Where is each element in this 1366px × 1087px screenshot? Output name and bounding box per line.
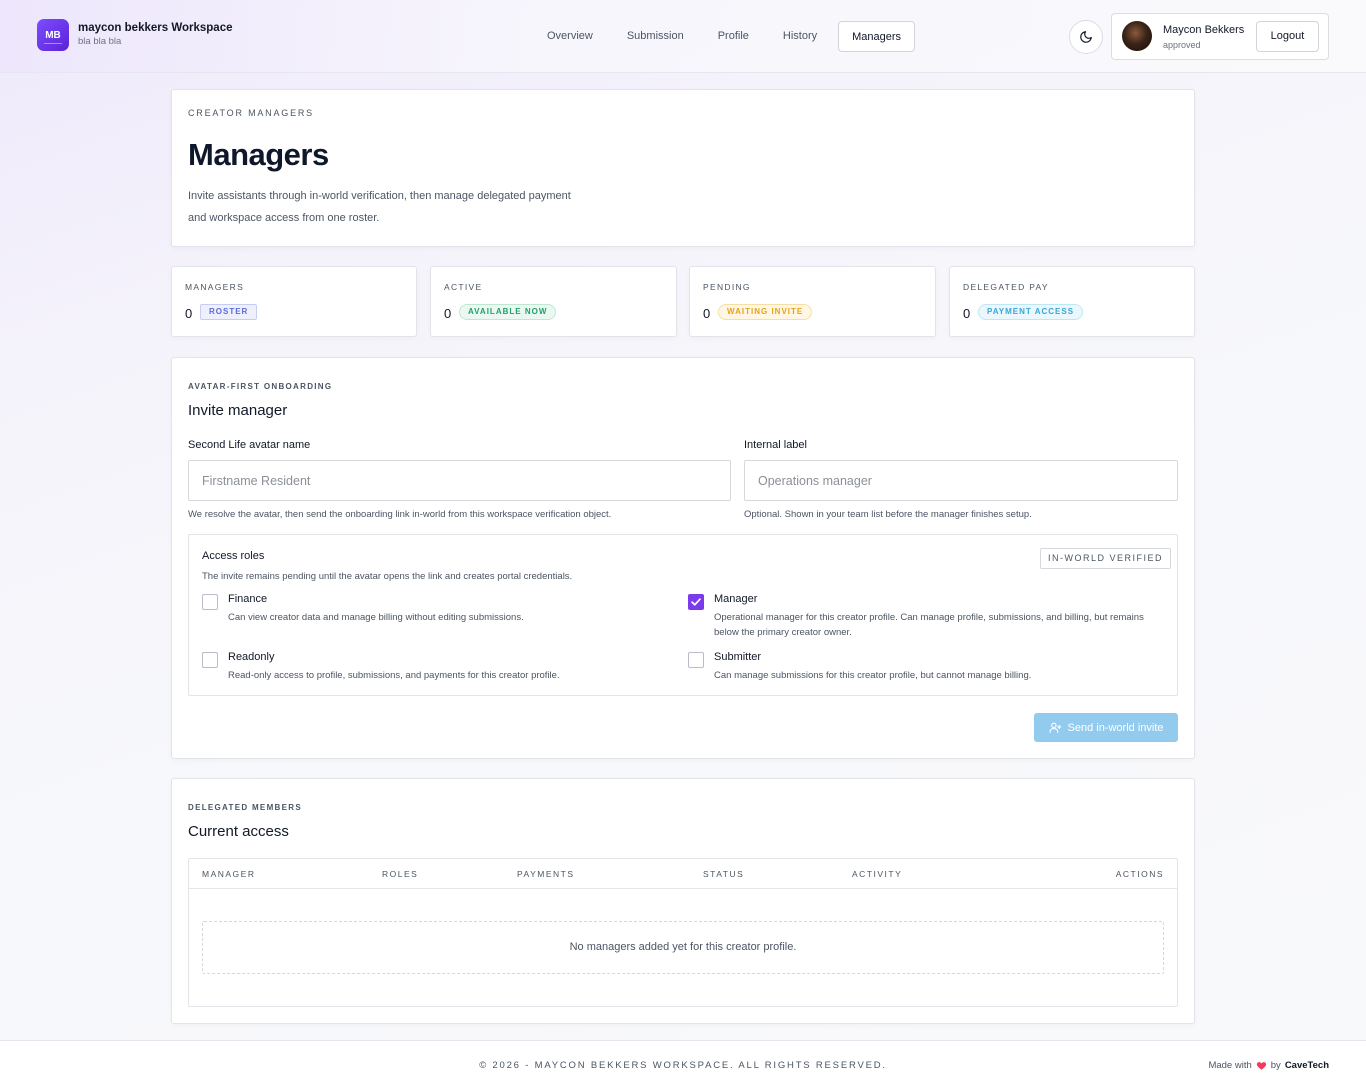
role-finance-label[interactable]: Finance <box>228 593 267 605</box>
page-description-line: and workspace access from one roster. <box>188 212 380 224</box>
invite-title: Invite manager <box>188 402 288 419</box>
made-with-credit: Made with by CaveTech <box>1208 1060 1329 1071</box>
user-status: approved <box>1163 40 1201 50</box>
workspace-logo: MB <box>37 19 69 51</box>
internal-label-label: Internal label <box>744 439 807 451</box>
invite-eyebrow: AVATAR-FIRST ONBOARDING <box>188 382 333 391</box>
column-header-payments: PAYMENTS <box>517 869 575 879</box>
stat-label: MANAGERS <box>185 282 245 292</box>
role-manager-description-line: below the primary creator owner. <box>714 627 852 638</box>
members-card: DELEGATED MEMBERS Current access MANAGER… <box>171 778 1195 1024</box>
role-manager-checkbox[interactable] <box>688 594 704 610</box>
role-finance-checkbox[interactable] <box>202 594 218 610</box>
in-world-verified-tag: IN-WORLD VERIFIED <box>1040 548 1172 569</box>
role-submitter-description: Can manage submissions for this creator … <box>714 670 1032 681</box>
stat-label: ACTIVE <box>444 282 483 292</box>
role-readonly-label[interactable]: Readonly <box>228 651 274 663</box>
role-readonly-description: Read-only access to profile, submissions… <box>228 670 560 681</box>
made-with-label: Made with <box>1208 1060 1252 1071</box>
status-badge: ROSTER <box>200 304 258 320</box>
avatar[interactable] <box>1122 21 1152 51</box>
checkmark-icon <box>691 598 701 606</box>
copyright-text: © 2026 - MAYCON BEKKERS WORKSPACE. ALL R… <box>479 1060 887 1071</box>
user-plus-icon <box>1049 722 1061 733</box>
stat-value: 0 <box>444 306 452 321</box>
access-roles-panel: Access roles The invite remains pending … <box>188 534 1178 696</box>
workspace-name: maycon bekkers Workspace <box>78 22 233 34</box>
intro-card: CREATOR MANAGERS Managers Invite assista… <box>171 89 1195 247</box>
stat-value: 0 <box>185 306 193 321</box>
access-roles-subtitle: The invite remains pending until the ava… <box>202 571 573 582</box>
main-nav: Overview Submission Profile History Mana… <box>530 21 916 52</box>
stat-card-managers: MANAGERS 0 ROSTER <box>171 266 417 337</box>
invite-card: AVATAR-FIRST ONBOARDING Invite manager S… <box>171 357 1195 759</box>
stat-value: 0 <box>963 306 971 321</box>
nav-overview[interactable]: Overview <box>530 21 610 52</box>
company-link[interactable]: CaveTech <box>1285 1060 1329 1071</box>
logout-button[interactable]: Logout <box>1256 21 1319 52</box>
column-header-manager: MANAGER <box>202 869 256 879</box>
send-invite-label: Send in-world invite <box>1067 721 1164 734</box>
internal-label-field <box>744 460 1178 501</box>
nav-managers[interactable]: Managers <box>838 21 916 52</box>
nav-history[interactable]: History <box>766 21 834 52</box>
empty-state: No managers added yet for this creator p… <box>202 921 1164 974</box>
role-submitter-label[interactable]: Submitter <box>714 651 761 663</box>
avatar-name-input[interactable] <box>189 461 730 500</box>
role-readonly-checkbox[interactable] <box>202 652 218 668</box>
role-manager-description: Operational manager for this creator pro… <box>714 610 1144 640</box>
theme-toggle-button[interactable] <box>1069 20 1103 54</box>
role-manager-label[interactable]: Manager <box>714 593 757 605</box>
stat-card-delegated-pay: DELEGATED PAY 0 PAYMENT ACCESS <box>949 266 1195 337</box>
user-menu: Maycon Bekkers approved Logout <box>1111 13 1329 60</box>
role-finance-description: Can view creator data and manage billing… <box>228 612 524 623</box>
column-header-status: STATUS <box>703 869 745 879</box>
status-badge: WAITING INVITE <box>718 304 813 320</box>
by-label: by <box>1270 1060 1281 1071</box>
send-invite-button[interactable]: Send in-world invite <box>1034 713 1178 742</box>
table-header-divider <box>189 888 1177 889</box>
internal-label-hint: Optional. Shown in your team list before… <box>744 509 1032 520</box>
status-badge: AVAILABLE NOW <box>459 304 557 320</box>
nav-submission[interactable]: Submission <box>610 21 701 52</box>
moon-icon <box>1080 31 1092 43</box>
role-submitter-checkbox[interactable] <box>688 652 704 668</box>
members-table: MANAGER ROLES PAYMENTS STATUS ACTIVITY A… <box>188 858 1178 1007</box>
internal-label-input[interactable] <box>745 461 1177 500</box>
avatar-name-field <box>188 460 731 501</box>
stat-value: 0 <box>703 306 711 321</box>
members-eyebrow: DELEGATED MEMBERS <box>188 803 302 812</box>
stat-card-active: ACTIVE 0 AVAILABLE NOW <box>430 266 677 337</box>
footer: © 2026 - MAYCON BEKKERS WORKSPACE. ALL R… <box>0 1040 1366 1087</box>
stat-label: DELEGATED PAY <box>963 282 1049 292</box>
workspace-tagline: bla bla bla <box>78 36 122 47</box>
status-badge: PAYMENT ACCESS <box>978 304 1084 320</box>
access-roles-title: Access roles <box>202 550 265 562</box>
nav-profile[interactable]: Profile <box>701 21 766 52</box>
column-header-activity: ACTIVITY <box>852 869 903 879</box>
top-header: MB maycon bekkers Workspace bla bla bla … <box>0 0 1366 73</box>
page-title: Managers <box>188 137 329 172</box>
avatar-name-hint: We resolve the avatar, then send the onb… <box>188 509 612 520</box>
stat-label: PENDING <box>703 282 751 292</box>
user-name: Maycon Bekkers <box>1163 24 1245 36</box>
heart-icon <box>1256 1062 1266 1070</box>
page-eyebrow: CREATOR MANAGERS <box>188 108 314 118</box>
column-header-actions: ACTIONS <box>1115 869 1164 879</box>
avatar-name-label: Second Life avatar name <box>188 439 311 451</box>
stat-card-pending: PENDING 0 WAITING INVITE <box>689 266 936 337</box>
page-description: Invite assistants through in-world verif… <box>188 185 571 229</box>
workspace-brand[interactable]: MB maycon bekkers Workspace bla bla bla <box>37 19 232 51</box>
page-description-line: Invite assistants through in-world verif… <box>188 190 571 202</box>
role-manager-description-line: Operational manager for this creator pro… <box>714 612 1144 623</box>
column-header-roles: ROLES <box>382 869 419 879</box>
members-title: Current access <box>188 823 289 840</box>
